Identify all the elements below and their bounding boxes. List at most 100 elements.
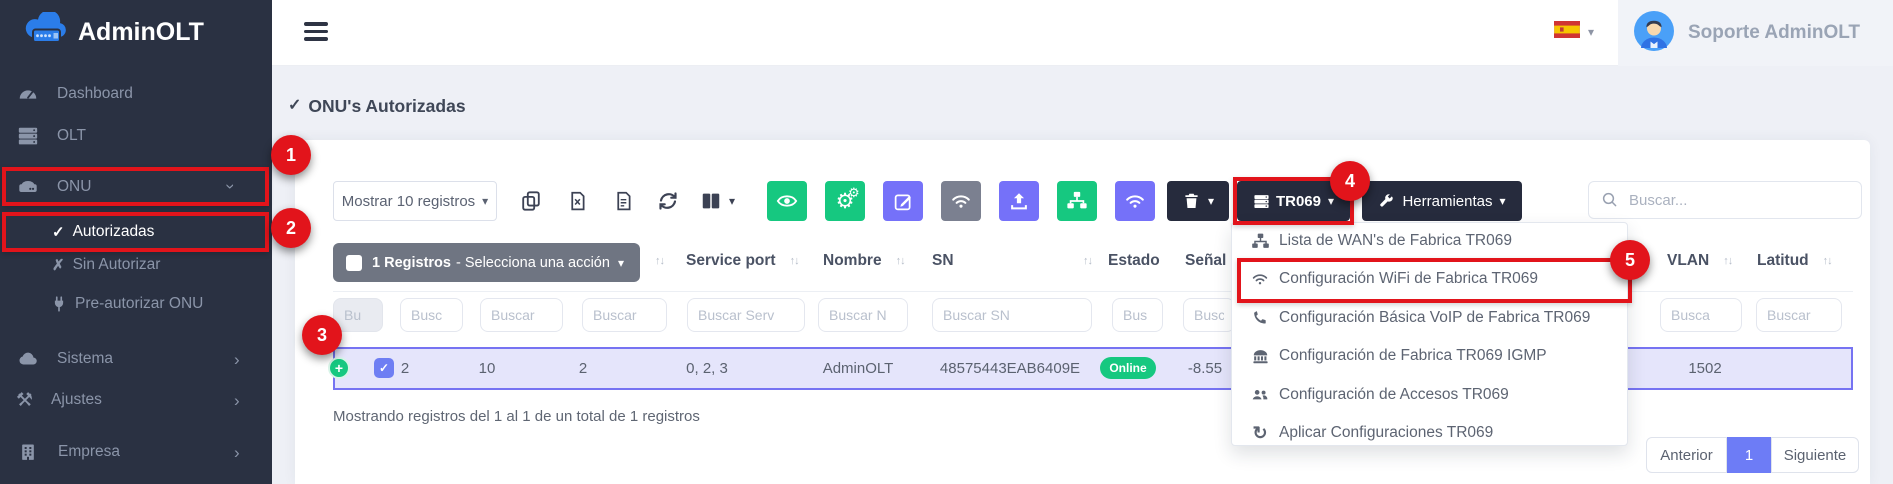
annotation-box-autorizadas [2, 212, 269, 252]
user-menu[interactable]: Soporte AdminOLT [1618, 0, 1893, 66]
view-button[interactable] [767, 181, 807, 221]
wifi-icon [949, 190, 973, 212]
search-input[interactable] [1627, 191, 1841, 210]
row-cell-senal: -8.55 [1175, 360, 1235, 377]
sort-icon[interactable]: ↑↓ [655, 256, 664, 267]
edit-button[interactable] [883, 181, 923, 221]
server-icon [16, 124, 40, 148]
annotation-step-2: 2 [271, 208, 311, 248]
language-selector[interactable]: ▾ [1554, 22, 1594, 42]
status-badge: Online [1100, 357, 1156, 379]
wrench-icon [1378, 193, 1395, 210]
sidebar-item-empresa[interactable]: Empresa › [0, 439, 272, 465]
annotation-step-3: 3 [302, 315, 342, 355]
upload-icon [1008, 190, 1030, 212]
sidebar-item-olt[interactable]: OLT [0, 123, 272, 149]
export-excel-button[interactable] [562, 185, 592, 217]
caret-down-icon: ▾ [729, 195, 735, 207]
wifi-icon [1123, 190, 1147, 212]
column-header-vlan[interactable]: VLAN ↑↓ [1667, 250, 1732, 272]
filter-input-sn[interactable] [932, 298, 1092, 332]
pagination-page-1[interactable]: 1 [1727, 437, 1771, 473]
annotation-box-onu [2, 167, 269, 206]
topbar: ▾ Soporte AdminOLT [272, 0, 1893, 66]
filter-input-latitud[interactable] [1756, 298, 1842, 332]
tools-dropdown[interactable]: Herramientas ▾ [1362, 181, 1522, 221]
filter-input[interactable] [400, 298, 463, 332]
sidebar-toggle-button[interactable] [304, 22, 328, 41]
brand-cloud-icon [20, 12, 72, 53]
wifi-button[interactable] [1115, 181, 1155, 221]
menu-item-config-accesos[interactable]: Configuración de Accesos TR069 [1232, 380, 1627, 410]
column-header-senal[interactable]: Señal [1185, 250, 1226, 272]
brand-name: AdminOLT [78, 18, 204, 47]
chevron-right-icon: › [234, 392, 240, 409]
app-window: AdminOLT Dashboard OLT ONU › ✓ [0, 0, 1893, 484]
select-all-checkbox[interactable] [346, 255, 362, 271]
search-box [1588, 181, 1862, 219]
check-icon: ✓ [288, 98, 301, 114]
annotation-box-config-wifi [1237, 258, 1632, 303]
row-cell-col1: 2 [385, 360, 425, 377]
filter-input-nombre[interactable] [818, 298, 908, 332]
column-header-sn[interactable]: SN ↑↓ [932, 250, 1092, 272]
column-visibility-dropdown[interactable]: ▾ [700, 184, 735, 218]
sidebar-item-pre-autorizar[interactable]: Pre-autorizar ONU [0, 291, 272, 317]
sidebar-item-label: Dashboard [57, 85, 133, 103]
caret-down-icon: ▾ [1588, 26, 1594, 38]
sidebar-item-dashboard[interactable]: Dashboard [0, 81, 272, 107]
pagination: Anterior 1 Siguiente [1646, 437, 1859, 473]
export-document-button[interactable] [608, 185, 638, 217]
sidebar-item-sistema[interactable]: Sistema › [0, 346, 272, 372]
show-entries-dropdown[interactable]: Mostrar 10 registros ▾ [333, 181, 497, 221]
user-avatar [1634, 11, 1674, 56]
annotation-step-1: 1 [271, 135, 311, 175]
gauge-icon [16, 82, 40, 106]
filter-input-estado[interactable] [1112, 298, 1163, 332]
filter-input[interactable] [480, 298, 563, 332]
refresh-button[interactable] [652, 184, 684, 218]
filter-input[interactable] [582, 298, 667, 332]
filter-input-vlan[interactable] [1660, 298, 1742, 332]
upload-button[interactable] [999, 181, 1039, 221]
menu-item-lista-wans[interactable]: Lista de WAN's de Fabrica TR069 [1232, 226, 1627, 256]
sidebar-item-label: Empresa [58, 443, 120, 461]
filter-input-senal[interactable] [1183, 298, 1235, 332]
network-map-button[interactable] [1057, 181, 1097, 221]
plug-icon [49, 294, 69, 314]
copy-button[interactable] [516, 185, 546, 217]
spain-flag-icon [1554, 21, 1580, 43]
menu-item-config-voip[interactable]: Configuración Básica VoIP de Fabrica TR0… [1232, 303, 1627, 333]
sidebar-item-label: Ajustes [51, 391, 102, 409]
selection-action-dropdown[interactable]: 1 Registros - Selecciona una acción ▾ [333, 243, 640, 282]
pagination-prev-button[interactable]: Anterior [1646, 437, 1727, 473]
column-header-nombre[interactable]: Nombre ↑↓ [823, 250, 905, 272]
filter-input-service-port[interactable] [687, 298, 805, 332]
brand-logo[interactable]: AdminOLT [20, 13, 204, 51]
services-button[interactable]: ⚙ ⚙ [825, 181, 865, 221]
refresh-icon [656, 189, 680, 213]
chevron-right-icon: › [234, 351, 240, 368]
row-cell-col2: 10 [467, 360, 507, 377]
column-header-estado[interactable]: Estado [1108, 250, 1160, 272]
sort-icon: ↑↓ [1823, 256, 1832, 267]
show-entries-label: Mostrar 10 registros [342, 193, 475, 210]
gear-small-icon: ⚙ [848, 186, 860, 199]
sidebar-item-label: Sin Autorizar [73, 256, 161, 274]
records-summary: Mostrando registros del 1 al 1 de un tot… [333, 408, 700, 425]
delete-dropdown[interactable]: ▾ [1167, 181, 1229, 221]
column-header-service-port[interactable]: Service port ↑↓ [686, 250, 799, 272]
wifi-config-button[interactable] [941, 181, 981, 221]
sidebar-item-ajustes[interactable]: ⚒ Ajustes › [0, 387, 272, 413]
sitemap-icon [1248, 231, 1272, 251]
excel-file-icon [567, 189, 588, 213]
sidebar-item-sin-autorizar[interactable]: ✗ Sin Autorizar [0, 252, 272, 278]
row-cell-nombre: AdminOLT [808, 360, 908, 377]
pagination-next-button[interactable]: Siguiente [1771, 437, 1859, 473]
menu-item-config-igmp[interactable]: Configuración de Fabrica TR069 IGMP [1232, 341, 1627, 371]
expand-row-button[interactable]: + [328, 357, 350, 379]
menu-item-aplicar-config[interactable]: ↻ Aplicar Configuraciones TR069 [1232, 418, 1627, 448]
row-cell-vlan: 1502 [1675, 360, 1735, 377]
column-header-latitud[interactable]: Latitud ↑↓ [1757, 250, 1832, 272]
sort-icon: ↑↓ [1723, 256, 1732, 267]
